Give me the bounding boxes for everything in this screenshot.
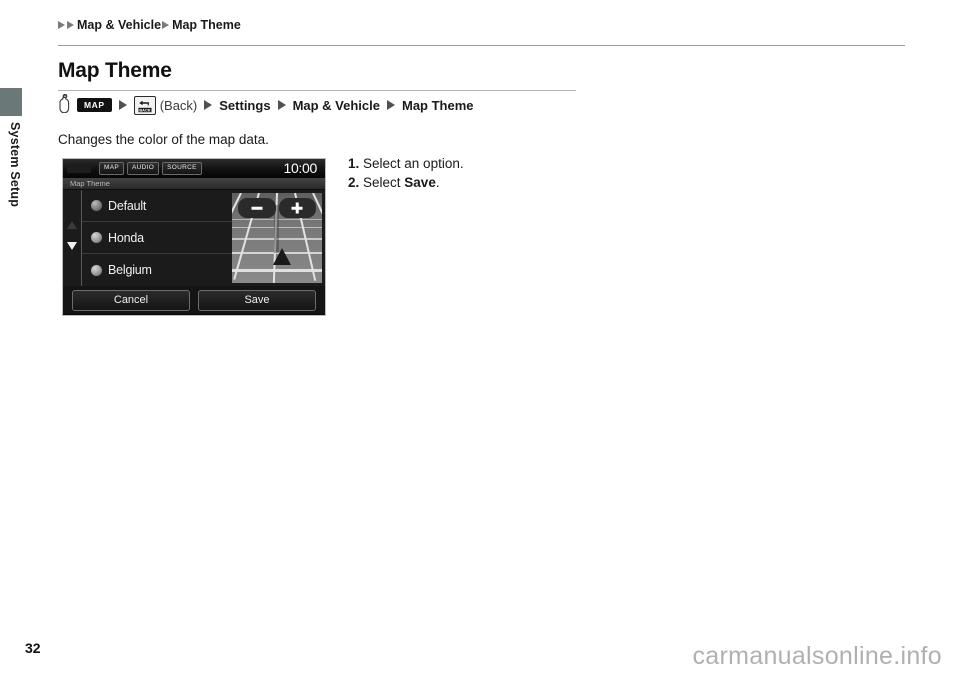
hand-pointer-icon bbox=[58, 93, 71, 116]
save-button[interactable]: Save bbox=[198, 289, 316, 311]
instruction-step-1: 1. Select an option. bbox=[348, 154, 464, 173]
step-text: Select an option. bbox=[359, 156, 464, 171]
theme-option-row[interactable]: Default bbox=[82, 190, 232, 222]
radio-button-icon[interactable] bbox=[90, 263, 103, 277]
arrow-up-icon[interactable] bbox=[67, 221, 77, 229]
zoom-out-icon[interactable] bbox=[238, 198, 276, 218]
breadcrumb: Map & Vehicle Map Theme bbox=[58, 18, 242, 32]
theme-option-label: Honda bbox=[108, 230, 144, 245]
nav-scroll-column[interactable] bbox=[63, 190, 82, 286]
zoom-in-icon[interactable] bbox=[278, 198, 316, 218]
radio-button-icon[interactable] bbox=[90, 199, 103, 212]
theme-option-label: Belgium bbox=[108, 263, 152, 277]
nav-hardkey-source[interactable]: SOURCE bbox=[162, 162, 202, 175]
step-text: Select bbox=[359, 175, 405, 190]
theme-option-row[interactable]: Honda bbox=[82, 222, 232, 254]
nav-hardkey-audio[interactable]: AUDIO bbox=[127, 162, 160, 175]
theme-option-label: Default bbox=[108, 198, 147, 213]
header-divider bbox=[58, 45, 905, 46]
map-zoom-controls bbox=[238, 198, 316, 218]
cancel-button[interactable]: Cancel bbox=[72, 289, 190, 311]
step-text-end: . bbox=[435, 175, 440, 190]
chevron-right-icon bbox=[58, 21, 65, 29]
instruction-list: 1. Select an option. 2. Select Save. bbox=[348, 154, 464, 192]
chevron-right-icon bbox=[204, 100, 213, 110]
chevron-right-icon bbox=[386, 100, 395, 110]
path-item-map-vehicle[interactable]: Map & Vehicle bbox=[293, 98, 380, 113]
chevron-right-icon bbox=[118, 100, 127, 110]
theme-option-row[interactable]: Belgium bbox=[82, 254, 232, 286]
breadcrumb-item-map-vehicle[interactable]: Map & Vehicle bbox=[77, 18, 161, 32]
step-emphasis: Save bbox=[404, 175, 436, 190]
radio-button-icon[interactable] bbox=[90, 231, 103, 244]
title-divider bbox=[58, 90, 576, 91]
map-hard-key[interactable]: MAP bbox=[77, 97, 112, 113]
path-item-settings[interactable]: Settings bbox=[219, 98, 270, 113]
nav-content-area: Default Honda Belgium bbox=[63, 190, 325, 286]
nav-footer-bar: Cancel Save bbox=[63, 286, 325, 314]
section-tab-block bbox=[0, 88, 22, 116]
vehicle-position-icon bbox=[273, 248, 291, 265]
svg-text:BACK: BACK bbox=[139, 107, 150, 112]
back-hard-key[interactable]: BACK bbox=[133, 95, 156, 115]
watermark: carmanualsonline.info bbox=[692, 642, 942, 670]
instruction-step-2: 2. Select Save. bbox=[348, 173, 464, 192]
page-title: Map Theme bbox=[58, 59, 172, 82]
description-text: Changes the color of the map data. bbox=[58, 132, 269, 147]
chevron-right-icon bbox=[67, 21, 74, 29]
breadcrumb-item-map-theme[interactable]: Map Theme bbox=[172, 18, 241, 32]
chevron-right-icon bbox=[277, 100, 286, 110]
page-number: 32 bbox=[25, 640, 41, 656]
section-tab-label: System Setup bbox=[8, 122, 22, 208]
chevron-right-icon bbox=[162, 21, 170, 29]
navigation-screen-mockup: MAP AUDIO SOURCE 10:00 Map Theme Default… bbox=[62, 158, 326, 316]
theme-option-list: Default Honda Belgium bbox=[82, 190, 232, 286]
nav-left-nub bbox=[67, 164, 91, 173]
map-preview[interactable] bbox=[232, 193, 322, 283]
arrow-down-icon[interactable] bbox=[67, 242, 77, 250]
nav-status-bar: MAP AUDIO SOURCE 10:00 bbox=[63, 159, 325, 178]
navigation-path: MAP BACK (Back) Settings Map & Vehicle M… bbox=[58, 93, 474, 116]
nav-hardkey-map[interactable]: MAP bbox=[99, 162, 124, 175]
nav-screen-title: Map Theme bbox=[63, 178, 325, 190]
nav-clock: 10:00 bbox=[283, 160, 317, 176]
back-label: (Back) bbox=[159, 97, 198, 113]
step-number: 2. bbox=[348, 175, 360, 190]
step-number: 1. bbox=[348, 156, 360, 171]
path-item-map-theme[interactable]: Map Theme bbox=[402, 98, 474, 113]
